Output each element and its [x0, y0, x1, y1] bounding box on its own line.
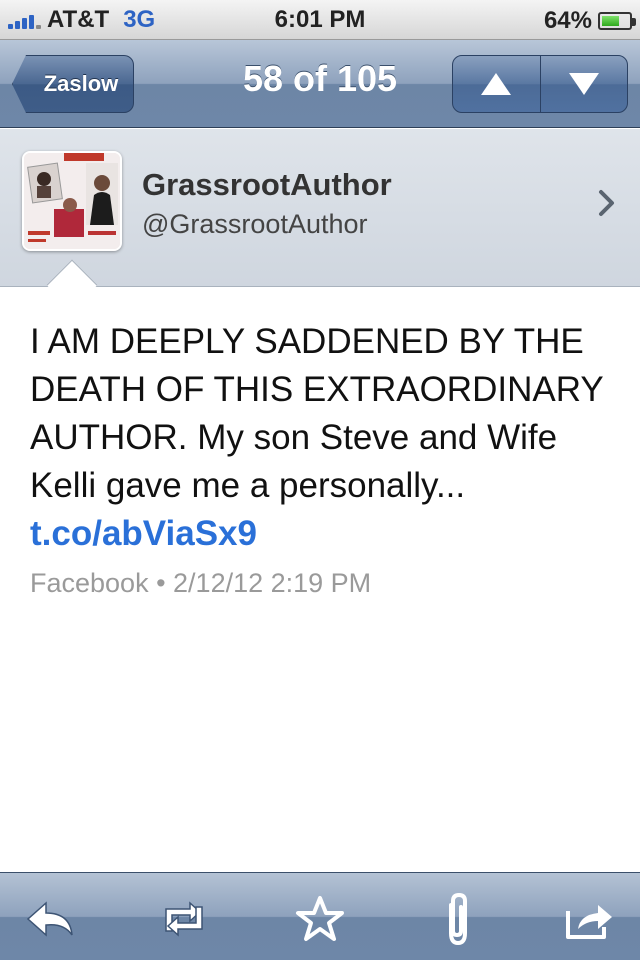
reply-icon — [26, 901, 73, 937]
tweet-link[interactable]: t.co/abViaSx9 — [30, 514, 257, 553]
signal-strength-icon — [8, 11, 41, 29]
profile-collage-avatar — [24, 153, 120, 249]
avatar[interactable] — [22, 151, 122, 251]
tweet-text: I AM DEEPLY SADDENED BY THE DEATH OF THI… — [30, 318, 620, 558]
favorite-star-icon — [296, 896, 344, 941]
back-button[interactable]: Zaslow — [12, 55, 134, 113]
battery-indicator: 64% — [543, 7, 636, 35]
tweet-meta: Facebook • 2/12/12 2:19 PM — [30, 568, 372, 598]
display-name: GrassrootAuthor — [142, 167, 392, 202]
page-title: 58 of 105 — [242, 58, 398, 99]
reply-button[interactable] — [22, 891, 78, 947]
down-arrow-icon — [568, 73, 599, 95]
next-button[interactable] — [539, 56, 628, 112]
status-bar: AT&T 3G 6:01 PM 64% — [0, 0, 640, 40]
tweet-body: I AM DEEPLY SADDENED BY THE DEATH OF THI… — [30, 322, 604, 505]
battery-percent: 64% — [543, 7, 592, 34]
prev-next-segmented-control — [452, 55, 628, 113]
share-icon — [566, 905, 612, 939]
battery-fill — [602, 16, 619, 26]
previous-button[interactable] — [453, 56, 540, 112]
network-type: 3G — [123, 5, 156, 33]
user-handle: @GrassrootAuthor — [142, 209, 368, 239]
favorite-button[interactable] — [292, 891, 348, 947]
navigation-bar: Zaslow 58 of 105 — [0, 40, 640, 128]
attachment-button[interactable] — [430, 891, 486, 947]
bottom-toolbar — [0, 872, 640, 960]
battery-icon — [598, 12, 636, 30]
share-button[interactable] — [562, 891, 618, 947]
attachment-paperclip-icon — [449, 892, 467, 946]
carrier-name: AT&T — [47, 5, 110, 33]
retweet-icon — [165, 901, 203, 937]
chevron-right-icon[interactable] — [598, 189, 616, 217]
retweet-button[interactable] — [156, 891, 212, 947]
profile-header[interactable]: GrassrootAuthor @GrassrootAuthor — [0, 129, 640, 287]
up-arrow-icon — [481, 73, 512, 95]
